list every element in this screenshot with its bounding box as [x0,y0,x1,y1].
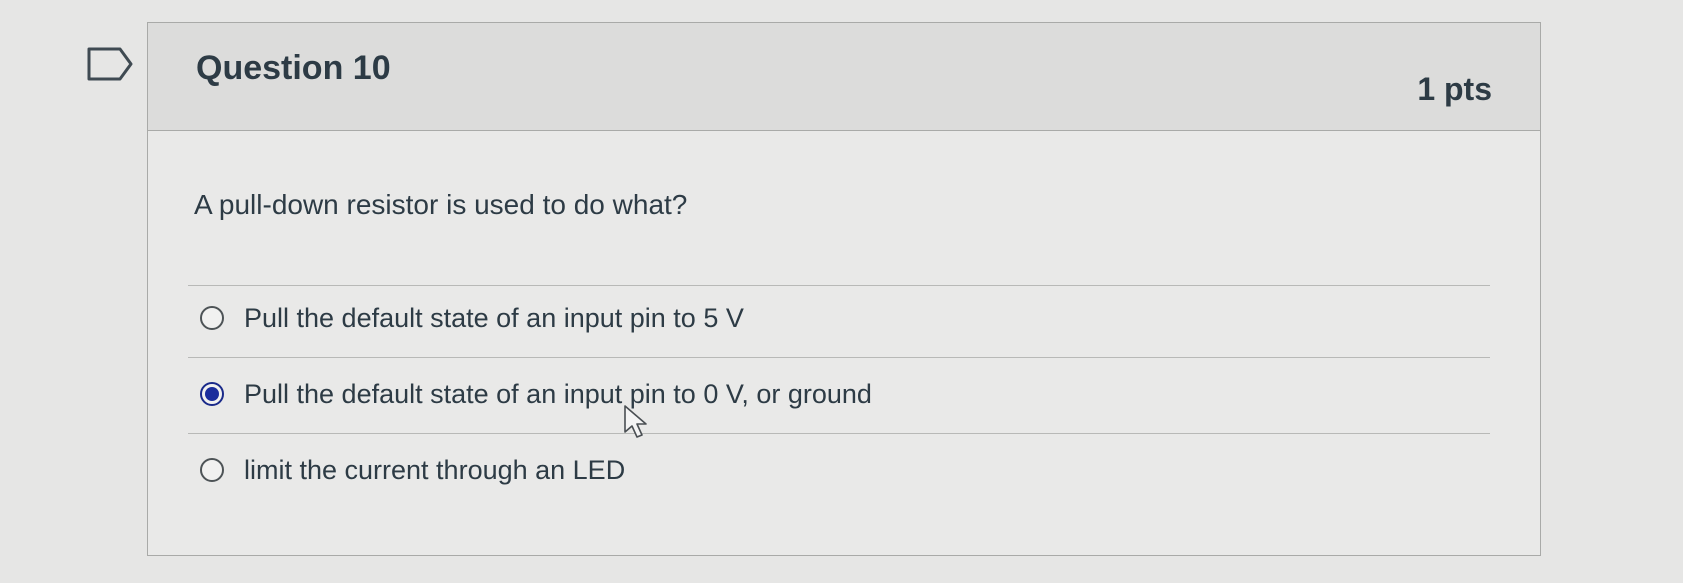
answer-divider [188,433,1490,434]
answer-label: Pull the default state of an input pin t… [244,302,744,333]
radio-button[interactable] [200,306,224,330]
question-prompt: A pull-down resistor is used to do what? [194,189,688,220]
radio-button[interactable] [200,458,224,482]
quiz-page: Question 10 1 pts A pull-down resistor i… [0,0,1683,583]
answer-label: Pull the default state of an input pin t… [244,378,872,409]
answer-divider [188,285,1490,286]
radio-button-selected[interactable] [200,382,224,406]
question-title: Question 10 [196,49,391,87]
answer-label: limit the current through an LED [244,454,626,485]
answer-option-3[interactable]: limit the current through an LED [200,445,1480,495]
question-card: Question 10 1 pts A pull-down resistor i… [147,22,1541,556]
question-header: Question 10 1 pts [148,23,1540,131]
flag-question-icon[interactable] [86,46,134,82]
answer-option-2[interactable]: Pull the default state of an input pin t… [200,369,1480,419]
answer-divider [188,357,1490,358]
question-points: 1 pts [1417,71,1492,107]
answer-option-1[interactable]: Pull the default state of an input pin t… [200,293,1480,343]
mouse-pointer-icon [624,405,647,438]
